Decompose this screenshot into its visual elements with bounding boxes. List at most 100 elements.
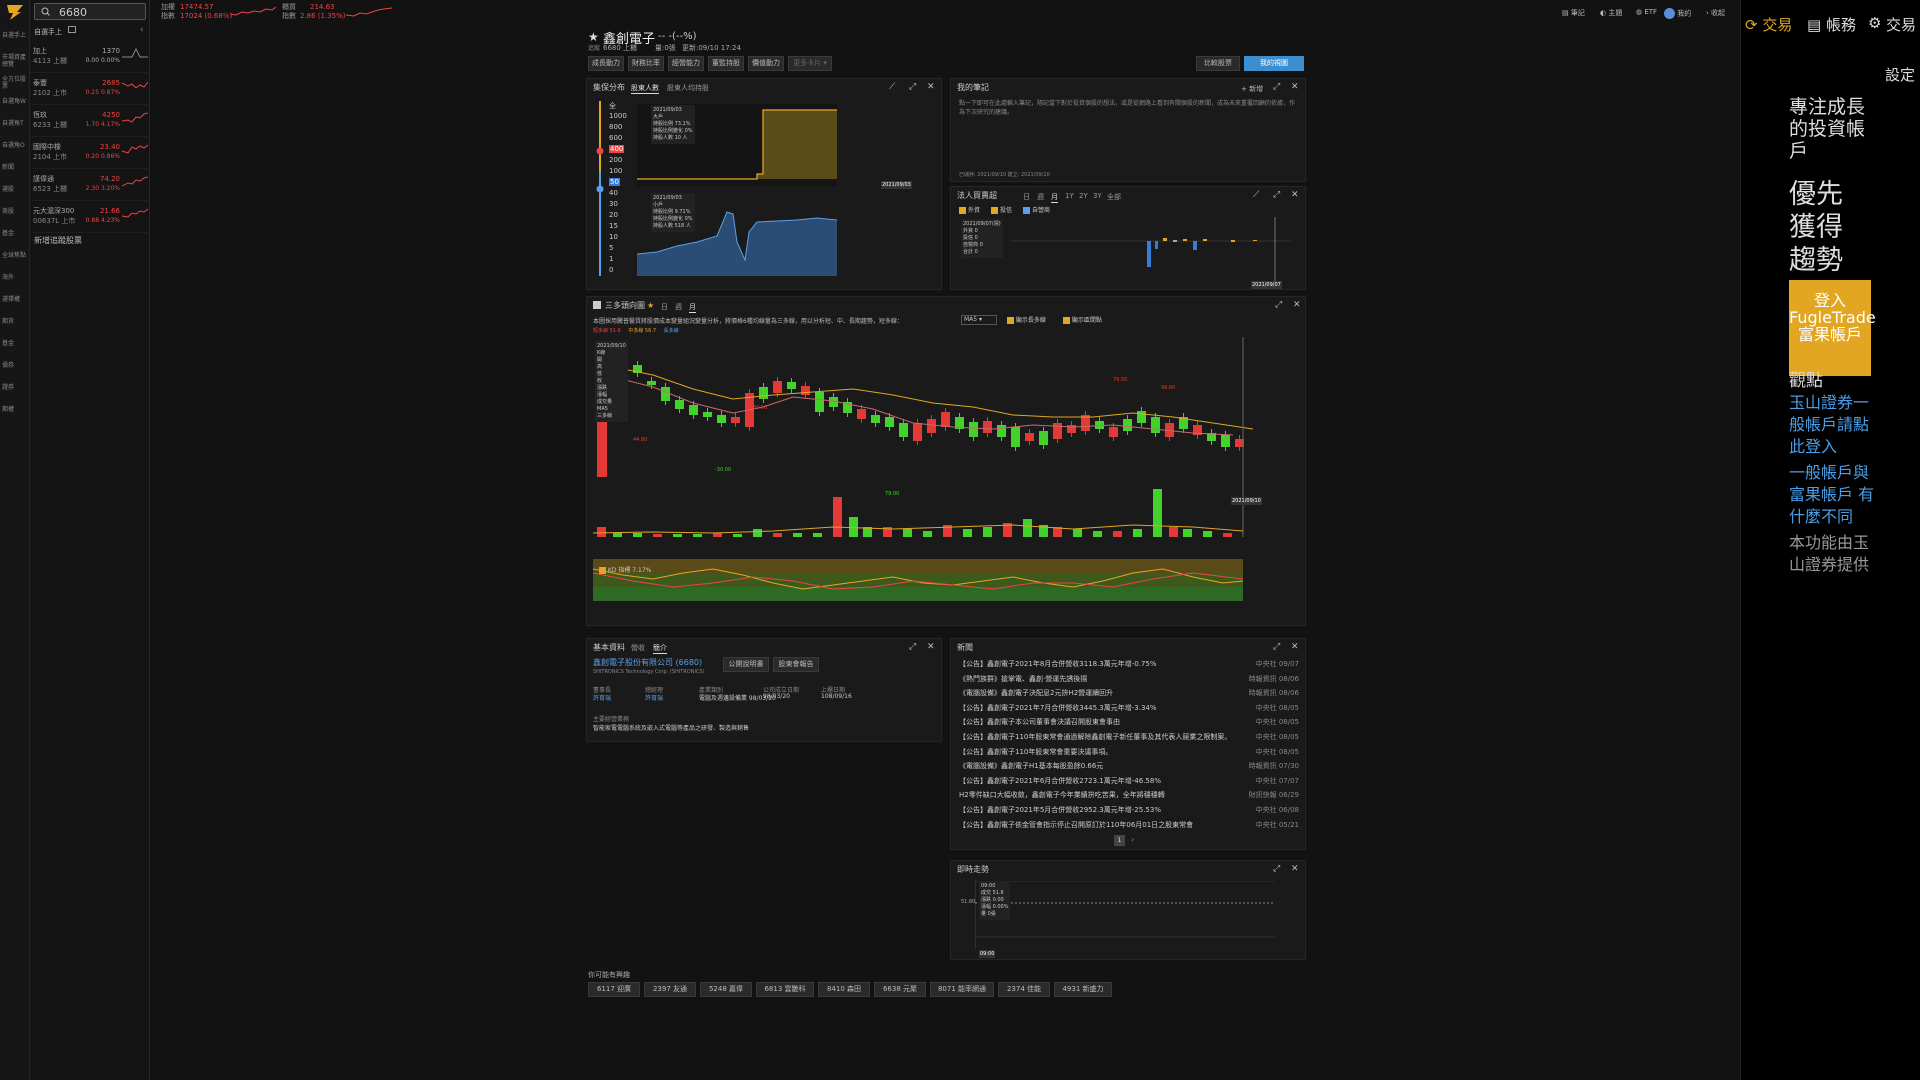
news-item[interactable]: 【公告】鑫創電子110年股東常會重要決議事項。 中央社 08/05 — [959, 747, 1299, 757]
field-value[interactable]: 許育瑞 — [593, 693, 611, 702]
news-item[interactable]: 【公告】鑫創電子本公司董事會決議召開股東會事由 中央社 08/05 — [959, 717, 1299, 727]
chart-type-icon[interactable]: ⟋ — [1253, 190, 1259, 200]
login-button[interactable]: 登入 FugleTrade富果帳戶 — [1789, 280, 1876, 376]
related-stock-chip[interactable]: 2397 友通 — [644, 982, 696, 997]
collapse-chevron-icon[interactable]: ‹ — [140, 25, 144, 35]
related-stock-chip[interactable]: 6813 雲艷科 — [756, 982, 814, 997]
filter-check[interactable]: 自營商 — [1023, 205, 1050, 214]
expand-icon[interactable]: ⤢ — [1275, 300, 1282, 310]
rail-item[interactable]: 美股 — [2, 208, 30, 215]
expand-icon[interactable]: ⤢ — [909, 82, 916, 92]
expand-icon[interactable]: ⤢ — [1273, 190, 1280, 200]
show-range-check[interactable]: 顯示區間點 — [1063, 315, 1102, 324]
compare-button[interactable]: 比較股票 — [1196, 56, 1240, 71]
rail-item[interactable]: 海外 — [2, 274, 30, 281]
level-label[interactable]: 15 — [609, 222, 618, 230]
list-item[interactable]: 國際中橡 2104 上市 23.40 0.20 0.86% — [30, 139, 150, 169]
news-item[interactable]: 【公告】鑫創電子2021年5月合併營收2952.3萬元年增-25.53% 中央社 … — [959, 805, 1299, 815]
rail-item[interactable]: 期權 — [2, 406, 30, 413]
gear-icon[interactable]: ⚙ — [1868, 14, 1881, 32]
rail-item[interactable]: 基金 — [2, 230, 30, 237]
rail-item[interactable]: 自選角O — [2, 142, 30, 149]
news-item[interactable]: 【公告】鑫創電子110年股東常會通過解除鑫創電子新任董事及其代表人競業之限制案。… — [959, 732, 1299, 742]
chart-type-icon[interactable]: ⟋ — [889, 82, 895, 92]
range-tab[interactable]: 全部 — [1107, 192, 1121, 202]
ma-select[interactable]: MA5 ▾ — [961, 315, 997, 325]
range-tab[interactable]: 1Y — [1065, 192, 1074, 200]
tab-holder-count[interactable]: 股東人數 — [631, 83, 659, 94]
index-otc[interactable]: 櫃買 指數 — [282, 3, 296, 21]
level-label[interactable]: 全 — [609, 101, 616, 111]
news-item[interactable]: 《電腦設備》鑫創電子決配息2元拚H2營運續回升 時報資訊 08/06 — [959, 688, 1299, 698]
related-stock-chip[interactable]: 8071 能率網通 — [930, 982, 994, 997]
star-icon[interactable]: ★ — [647, 301, 654, 310]
level-label[interactable]: 10 — [609, 233, 618, 241]
settings-link[interactable]: 設定 — [1885, 64, 1915, 85]
level-label[interactable]: 200 — [609, 156, 622, 164]
shareholder-report-button[interactable]: 股東會報告 — [773, 657, 819, 672]
range-tab[interactable]: 日 — [1023, 192, 1030, 202]
range-tab[interactable]: 月 — [1051, 192, 1058, 203]
star-icon[interactable]: ★ — [588, 30, 599, 44]
account-tab[interactable]: ▤ 帳務 — [1807, 14, 1856, 35]
checkbox-icon[interactable] — [599, 567, 606, 574]
close-icon[interactable]: ✕ — [1291, 642, 1299, 652]
close-icon[interactable]: ✕ — [927, 642, 935, 652]
add-watch-button[interactable]: 新增追蹤股票 — [34, 235, 82, 246]
expand-icon[interactable]: ⤢ — [1273, 864, 1280, 874]
rail-item[interactable]: 全方位股票 — [2, 76, 30, 90]
list-item[interactable]: 元大滬深300 00637L 上市 21.66 0.88 4.23% — [30, 203, 150, 233]
rail-item[interactable]: 市場資產總覽 — [2, 54, 30, 68]
range-tab[interactable]: 週 — [675, 302, 682, 312]
index-taiex[interactable]: 加權 指數 — [161, 3, 175, 21]
account-diff-link[interactable]: 一般帳戶與富果帳戶 有什麼不同 — [1789, 462, 1879, 528]
expand-icon[interactable]: ⤢ — [1273, 82, 1280, 92]
app-logo-icon[interactable] — [5, 3, 25, 21]
watchlist-group-label[interactable]: 自選手上 — [34, 27, 62, 37]
news-item[interactable]: H2零件缺口大幅收斂，鑫創電子今年業績拚吃苦果，全年將穩穩轉 財訊快報 06/29 — [959, 790, 1299, 800]
level-label[interactable]: 600 — [609, 134, 622, 142]
related-stock-chip[interactable]: 2374 佳能 — [998, 982, 1050, 997]
rail-item[interactable]: 全球焦點 — [2, 252, 30, 259]
list-item[interactable]: 加上 4113 上櫃 1370 0.00 0.00% — [30, 43, 150, 73]
level-label[interactable]: 100 — [609, 167, 622, 175]
related-stock-chip[interactable]: 4931 新盛力 — [1054, 982, 1112, 997]
collapse-button[interactable]: › 收起 — [1706, 8, 1725, 18]
close-icon[interactable]: ✕ — [927, 82, 935, 92]
tab-holder-avg[interactable]: 股東人均持股 — [667, 83, 709, 93]
list-item[interactable]: 謹偉通 6523 上櫃 74.20 2.30 3.20% — [30, 171, 150, 201]
nav-tab[interactable]: 價值動力 — [748, 56, 784, 71]
close-icon[interactable]: ✕ — [1291, 864, 1299, 874]
range-tab[interactable]: 日 — [661, 302, 668, 312]
news-item[interactable]: 【公告】鑫創電子2021年7月合併營收3445.3萬元年增-3.34% 中央社 0… — [959, 703, 1299, 713]
expand-icon[interactable]: ⤢ — [909, 642, 916, 652]
rail-item[interactable]: 選擇權 — [2, 296, 30, 303]
related-stock-chip[interactable]: 6117 迎廣 — [588, 982, 640, 997]
nav-tab[interactable]: 經營能力 — [668, 56, 704, 71]
etf-button[interactable]: ◍ ETF — [1636, 8, 1657, 16]
tab-profile[interactable]: 簡介 — [653, 643, 667, 654]
theme-button[interactable]: ◐ 主題 — [1600, 8, 1622, 18]
level-label[interactable]: 30 — [609, 200, 618, 208]
range-tab[interactable]: 週 — [1037, 192, 1044, 202]
nav-tab[interactable]: 更多卡片 ▾ — [788, 56, 832, 71]
range-tab[interactable]: 月 — [689, 302, 696, 313]
filter-check[interactable]: 投信 — [991, 205, 1012, 214]
rail-item[interactable]: 自選角T — [2, 120, 30, 127]
news-item[interactable]: 【公告】鑫創電子2021年8月合併營收3118.3萬元年增-0.75% 中央社 0… — [959, 659, 1299, 669]
level-slider[interactable] — [595, 101, 605, 281]
close-icon[interactable]: ✕ — [1293, 300, 1301, 310]
close-icon[interactable]: ✕ — [1291, 190, 1299, 200]
add-note-button[interactable]: + 新增 — [1241, 84, 1263, 94]
rail-item[interactable]: 期貨 — [2, 318, 30, 325]
rail-item[interactable]: 證券 — [2, 384, 30, 391]
profile-button[interactable]: 我的 — [1664, 8, 1691, 19]
search-input[interactable]: 6680 — [59, 6, 87, 19]
close-icon[interactable]: ✕ — [1291, 82, 1299, 92]
level-label[interactable]: 800 — [609, 123, 622, 131]
rail-item[interactable]: 選股 — [2, 186, 30, 193]
related-stock-chip[interactable]: 6638 元聚 — [874, 982, 926, 997]
related-stock-chip[interactable]: 5248 嘉偉 — [700, 982, 752, 997]
list-item[interactable]: 恆玖 6233 上櫃 4250 1.70 4.17% — [30, 107, 150, 137]
rail-item[interactable]: 自選手上 — [2, 32, 30, 39]
